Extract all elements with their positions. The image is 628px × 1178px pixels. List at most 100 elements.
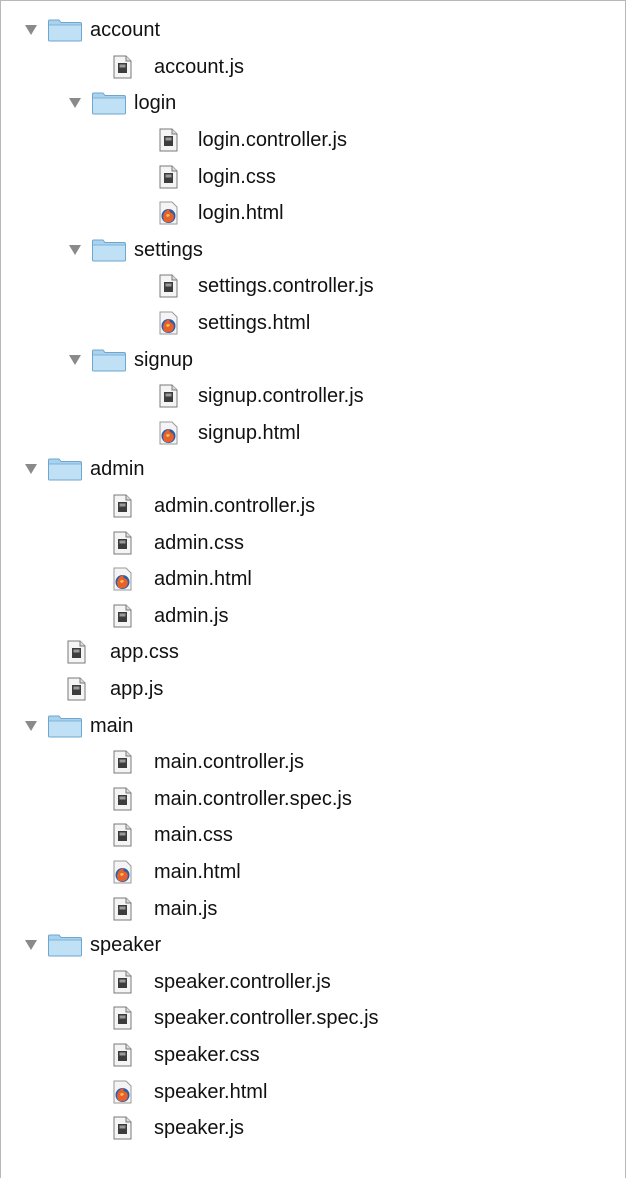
folder-icon: [91, 349, 127, 372]
file-row[interactable]: settings.controller.js: [1, 268, 625, 305]
file-row[interactable]: main.css: [1, 817, 625, 854]
file-row[interactable]: speaker.controller.spec.js: [1, 1000, 625, 1037]
file-row[interactable]: admin.html: [1, 561, 625, 598]
file-row[interactable]: main.html: [1, 854, 625, 891]
disclosure-triangle-expanded-icon[interactable]: [69, 354, 81, 365]
file-row[interactable]: main.controller.js: [1, 744, 625, 781]
file-label: admin.html: [154, 568, 252, 591]
file-label: signup.html: [198, 421, 301, 444]
text-file-icon: [113, 55, 132, 79]
html-file-icon: [159, 421, 178, 445]
text-file-icon: [67, 677, 86, 701]
folder-row[interactable]: login: [1, 85, 625, 122]
file-row[interactable]: admin.controller.js: [1, 488, 625, 525]
folder-icon: [91, 239, 127, 262]
html-file-icon: [113, 1080, 132, 1104]
text-file-icon: [159, 384, 178, 408]
file-label: speaker.html: [154, 1080, 268, 1103]
folder-label: speaker: [90, 934, 162, 957]
text-file-icon: [113, 1043, 132, 1067]
disclosure-triangle-expanded-icon[interactable]: [69, 244, 81, 255]
file-row[interactable]: app.js: [1, 671, 625, 708]
file-row[interactable]: login.css: [1, 158, 625, 195]
file-row[interactable]: admin.css: [1, 524, 625, 561]
folder-label: admin: [90, 458, 145, 481]
text-file-icon: [113, 787, 132, 811]
file-label: main.controller.spec.js: [154, 787, 352, 810]
file-label: signup.controller.js: [198, 385, 364, 408]
file-row[interactable]: settings.html: [1, 305, 625, 342]
disclosure-triangle-expanded-icon[interactable]: [25, 940, 37, 951]
text-file-icon: [113, 604, 132, 628]
file-row[interactable]: account.js: [1, 49, 625, 86]
folder-label: account: [90, 19, 161, 42]
file-label: speaker.css: [154, 1043, 260, 1066]
file-label: main.js: [154, 897, 218, 920]
folder-icon: [47, 934, 83, 957]
html-file-icon: [159, 311, 178, 335]
file-row[interactable]: login.html: [1, 195, 625, 232]
text-file-icon: [113, 750, 132, 774]
folder-row[interactable]: speaker: [1, 927, 625, 964]
file-label: speaker.js: [154, 1117, 245, 1140]
folder-icon: [47, 458, 83, 481]
file-label: app.css: [110, 641, 179, 664]
text-file-icon: [113, 897, 132, 921]
html-file-icon: [113, 860, 132, 884]
file-label: settings.controller.js: [198, 275, 374, 298]
folder-row[interactable]: main: [1, 707, 625, 744]
text-file-icon: [113, 970, 132, 994]
text-file-icon: [113, 1006, 132, 1030]
text-file-icon: [113, 1116, 132, 1140]
folder-row[interactable]: settings: [1, 232, 625, 269]
file-label: app.js: [110, 677, 164, 700]
disclosure-triangle-expanded-icon[interactable]: [69, 98, 81, 109]
file-label: settings.html: [198, 312, 311, 335]
folder-label: signup: [134, 348, 193, 371]
file-label: speaker.controller.spec.js: [154, 1007, 379, 1030]
file-row[interactable]: signup.controller.js: [1, 378, 625, 415]
disclosure-triangle-expanded-icon[interactable]: [25, 25, 37, 36]
folder-label: login: [134, 92, 177, 115]
file-label: login.css: [198, 165, 276, 188]
file-row[interactable]: speaker.controller.js: [1, 963, 625, 1000]
disclosure-triangle-expanded-icon[interactable]: [25, 464, 37, 475]
disclosure-triangle-expanded-icon[interactable]: [25, 720, 37, 731]
folder-row[interactable]: signup: [1, 341, 625, 378]
text-file-icon: [159, 165, 178, 189]
file-row[interactable]: speaker.js: [1, 1110, 625, 1147]
text-file-icon: [159, 274, 178, 298]
file-label: admin.js: [154, 604, 229, 627]
file-tree: account account.js login login.controller.j…: [0, 0, 626, 1178]
folder-row[interactable]: admin: [1, 451, 625, 488]
file-label: login.html: [198, 202, 284, 225]
text-file-icon: [113, 531, 132, 555]
file-row[interactable]: main.controller.spec.js: [1, 780, 625, 817]
file-row[interactable]: admin.js: [1, 598, 625, 635]
file-row[interactable]: login.controller.js: [1, 122, 625, 159]
folder-label: settings: [134, 238, 203, 261]
text-file-icon: [113, 494, 132, 518]
file-row[interactable]: signup.html: [1, 415, 625, 452]
folder-icon: [91, 92, 127, 115]
file-label: account.js: [154, 55, 245, 78]
file-row[interactable]: app.css: [1, 634, 625, 671]
html-file-icon: [113, 567, 132, 591]
file-row[interactable]: main.js: [1, 890, 625, 927]
folder-label: main: [90, 714, 134, 737]
folder-icon: [47, 715, 83, 738]
text-file-icon: [159, 128, 178, 152]
folder-icon: [47, 19, 83, 42]
file-row[interactable]: speaker.html: [1, 1073, 625, 1110]
html-file-icon: [159, 201, 178, 225]
file-label: main.css: [154, 824, 233, 847]
file-label: admin.css: [154, 531, 245, 554]
file-label: main.controller.js: [154, 751, 305, 774]
file-label: admin.controller.js: [154, 495, 316, 518]
file-label: main.html: [154, 860, 241, 883]
file-label: login.controller.js: [198, 129, 347, 152]
file-row[interactable]: speaker.css: [1, 1037, 625, 1074]
text-file-icon: [113, 823, 132, 847]
folder-row[interactable]: account: [1, 12, 625, 49]
text-file-icon: [67, 640, 86, 664]
